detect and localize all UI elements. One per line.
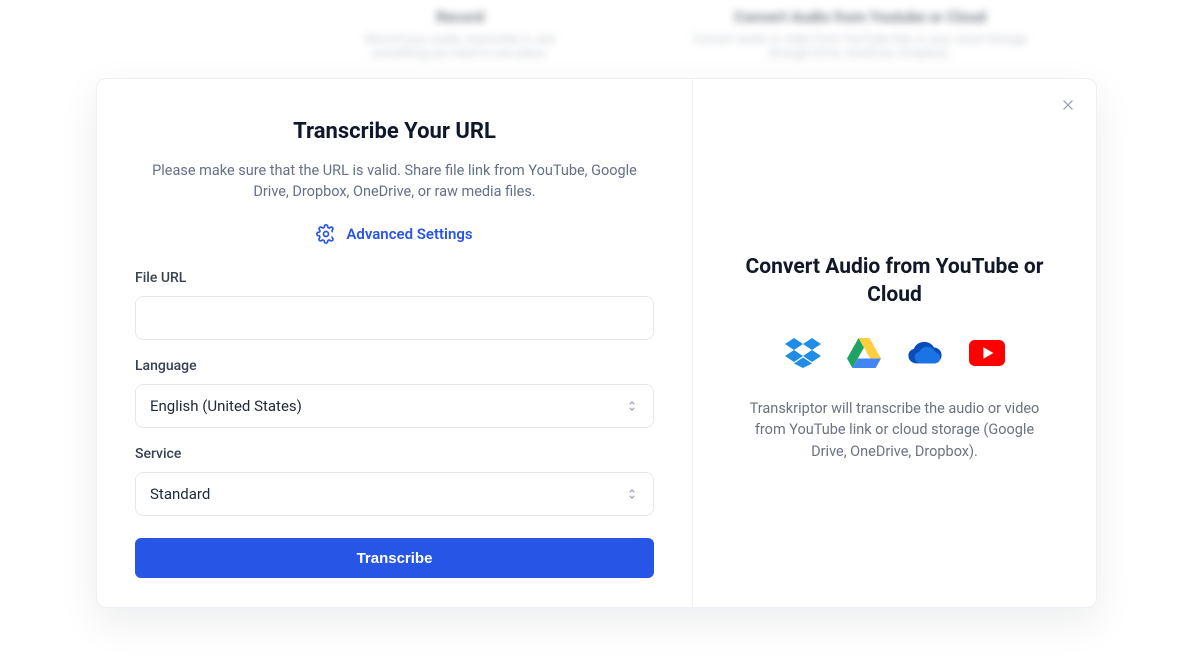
google-drive-icon [847, 338, 881, 368]
advanced-settings-label: Advanced Settings [346, 225, 472, 243]
gear-icon [316, 224, 336, 244]
chevrons-icon [625, 487, 639, 501]
transcribe-url-modal: Transcribe Your URL Please make sure tha… [96, 78, 1097, 608]
right-title: Convert Audio from YouTube or Cloud [721, 253, 1068, 310]
modal-right-pane: Convert Audio from YouTube or Cloud [692, 79, 1096, 607]
language-label: Language [135, 358, 654, 374]
language-select[interactable]: English (United States) [135, 384, 654, 428]
language-value: English (United States) [150, 397, 302, 415]
transcribe-button[interactable]: Transcribe [135, 538, 654, 578]
dropbox-icon [785, 338, 821, 368]
file-url-label: File URL [135, 270, 654, 286]
modal-left-pane: Transcribe Your URL Please make sure tha… [97, 79, 692, 607]
modal-title: Transcribe Your URL [135, 119, 654, 144]
right-description: Transkriptor will transcribe the audio o… [721, 398, 1068, 463]
onedrive-icon [907, 338, 943, 368]
service-label: Service [135, 446, 654, 462]
service-select[interactable]: Standard [135, 472, 654, 516]
modal-description: Please make sure that the URL is valid. … [135, 160, 654, 202]
file-url-input[interactable] [135, 296, 654, 340]
service-logos [721, 338, 1068, 368]
youtube-icon [969, 338, 1005, 368]
close-button[interactable] [1056, 93, 1080, 117]
chevrons-icon [625, 399, 639, 413]
advanced-settings-button[interactable]: Advanced Settings [135, 224, 654, 244]
service-value: Standard [150, 485, 210, 503]
